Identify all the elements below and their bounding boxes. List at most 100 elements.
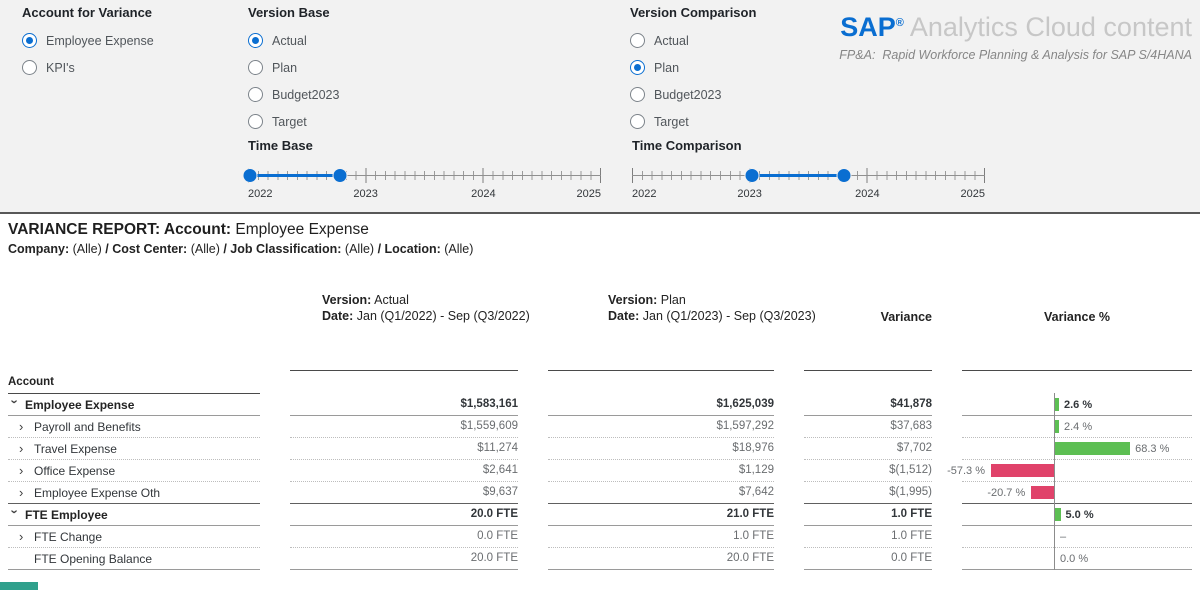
column-header-variance-pct: Variance %	[962, 310, 1192, 371]
plan-value-cell: 20.0 FTE	[548, 548, 774, 570]
slider-handle-right[interactable]	[333, 169, 346, 182]
radio-option-budget2023[interactable]: Budget2023	[248, 86, 339, 103]
variance-pct-label: -57.3 %	[947, 460, 985, 482]
radio-label: Budget2023	[654, 88, 721, 102]
slider-handle-left[interactable]	[746, 169, 759, 182]
slider-track[interactable]	[632, 168, 985, 183]
slider-handle-right[interactable]	[837, 169, 850, 182]
slider-year-labels: 2022202320242025	[632, 188, 985, 202]
filter-bar: Account for Variance Employee ExpenseKPI…	[0, 0, 1200, 212]
slicer-separator: /	[220, 242, 230, 256]
variance-value-cell: $(1,512)	[804, 460, 932, 482]
radio-option-target[interactable]: Target	[630, 113, 756, 130]
account-cell: › FTE Change	[8, 526, 260, 548]
slicer-separator: /	[374, 242, 384, 256]
table-row-travel-expense[interactable]: ›Travel Expense$11,274$18,976$7,70268.3 …	[8, 438, 1192, 460]
actual-value-cell: 20.0 FTE	[290, 548, 518, 570]
table-row-payroll-and-benefits[interactable]: ›Payroll and Benefits$1,559,609$1,597,29…	[8, 416, 1192, 438]
account-cell: FTE Opening Balance	[8, 548, 260, 570]
brand-tagline: FP&A: Rapid Workforce Planning & Analysi…	[839, 48, 1192, 62]
report-title: VARIANCE REPORT: Account: Employee Expen…	[8, 220, 1192, 239]
radio-option-actual[interactable]: Actual	[630, 32, 756, 49]
time-base-group: Time Base 2022202320242025	[248, 138, 601, 202]
expand-icon[interactable]: ›	[19, 486, 29, 499]
radio-option-actual[interactable]: Actual	[248, 32, 339, 49]
variance-value-cell: 0.0 FTE	[804, 548, 932, 570]
table-row-office-expense[interactable]: ›Office Expense$2,641$1,129$(1,512)-57.3…	[8, 460, 1192, 482]
account-cell: ›Employee Expense	[8, 394, 260, 416]
account-name: FTE Opening Balance	[34, 552, 152, 566]
variance-pct-label: 2.6 %	[1064, 394, 1092, 416]
radio-option-plan[interactable]: Plan	[248, 59, 339, 76]
radio-unselected-icon[interactable]	[630, 33, 645, 48]
time-base-title: Time Base	[248, 138, 601, 155]
radio-unselected-icon[interactable]	[248, 114, 263, 129]
table-row-fte-employee[interactable]: ›FTE Employee20.0 FTE21.0 FTE1.0 FTE5.0 …	[8, 504, 1192, 526]
actual-value-cell: $11,274	[290, 438, 518, 460]
slider-year-labels: 2022202320242025	[248, 188, 601, 202]
slider-selected-range	[752, 174, 844, 177]
account-cell: ›Office Expense	[8, 460, 260, 482]
plan-value-cell: $1,597,292	[548, 416, 774, 438]
variance-value-cell: $(1,995)	[804, 482, 932, 504]
account-header-spacer	[8, 325, 260, 371]
plan-value-cell: $7,642	[548, 482, 774, 504]
plan-value-cell: $18,976	[548, 438, 774, 460]
actual-version-line: Version: Actual	[322, 292, 518, 308]
slider-handle-left[interactable]	[243, 169, 256, 182]
year-label: 2025	[961, 188, 985, 200]
radio-unselected-icon[interactable]	[248, 87, 263, 102]
account-name: Employee Expense Oth	[34, 486, 160, 500]
radio-option-kpi-s[interactable]: KPI's	[22, 59, 154, 76]
account-name: FTE Change	[34, 530, 102, 544]
year-label: 2023	[353, 188, 377, 200]
expand-icon[interactable]: ›	[19, 530, 29, 543]
actual-value-cell: 0.0 FTE	[290, 526, 518, 548]
variance-bar	[1055, 442, 1130, 455]
plan-value-cell: 21.0 FTE	[548, 504, 774, 526]
radio-option-employee-expense[interactable]: Employee Expense	[22, 32, 154, 49]
slicer-label: Location:	[385, 242, 441, 256]
variance-value-cell: $7,702	[804, 438, 932, 460]
radio-unselected-icon[interactable]	[630, 114, 645, 129]
table-row-fte-opening-balance[interactable]: FTE Opening Balance 20.0 FTE 20.0 FTE 0.0 F…	[8, 548, 1192, 570]
year-label: 2022	[632, 188, 656, 200]
variance-bar	[1055, 398, 1059, 411]
table-row-employee-expense[interactable]: ›Employee Expense$1,583,161$1,625,039$41…	[8, 394, 1192, 416]
year-label: 2024	[471, 188, 495, 200]
expand-icon[interactable]: ›	[19, 442, 29, 455]
radio-label: KPI's	[46, 61, 75, 75]
radio-unselected-icon[interactable]	[630, 87, 645, 102]
time-base-slider[interactable]: 2022202320242025	[248, 168, 601, 202]
radio-option-target[interactable]: Target	[248, 113, 339, 130]
radio-option-budget2023[interactable]: Budget2023	[630, 86, 756, 103]
collapse-icon[interactable]: ›	[9, 510, 22, 520]
variance-value-cell: $37,683	[804, 416, 932, 438]
tagline-prefix: FP&A:	[839, 48, 875, 62]
slider-track[interactable]	[248, 168, 601, 183]
radio-option-plan[interactable]: Plan	[630, 59, 756, 76]
radio-selected-icon[interactable]	[630, 60, 645, 75]
expand-icon[interactable]: ›	[19, 464, 29, 477]
date-key: Date:	[608, 309, 639, 323]
plan-value-cell: 1.0 FTE	[548, 526, 774, 548]
slicer-value: (Alle)	[441, 242, 474, 256]
table-row-fte-change[interactable]: ›FTE Change0.0 FTE1.0 FTE1.0 FTE–	[8, 526, 1192, 548]
slicer-label: Company:	[8, 242, 69, 256]
actual-value-cell: $9,637	[290, 482, 518, 504]
expand-icon[interactable]: ›	[19, 420, 29, 433]
radio-unselected-icon[interactable]	[248, 60, 263, 75]
variance-pct-cell: 2.6 %	[962, 394, 1192, 416]
variance-pct-label: 5.0 %	[1066, 504, 1094, 526]
radio-unselected-icon[interactable]	[22, 60, 37, 75]
radio-label: Budget2023	[272, 88, 339, 102]
radio-selected-icon[interactable]	[248, 33, 263, 48]
date-value: Jan (Q1/2022) - Sep (Q3/2022)	[353, 309, 529, 323]
radio-selected-icon[interactable]	[22, 33, 37, 48]
account-for-variance-group: Account for Variance Employee ExpenseKPI…	[22, 5, 154, 76]
table-row-employee-expense-oth[interactable]: › Employee Expense Oth $9,637 $7,642 $(1,995…	[8, 482, 1192, 504]
account-column-header: Account	[8, 371, 260, 394]
collapse-icon[interactable]: ›	[9, 400, 22, 410]
actual-date-line: Date: Jan (Q1/2022) - Sep (Q3/2022)	[322, 308, 518, 324]
time-comparison-slider[interactable]: 2022202320242025	[632, 168, 985, 202]
